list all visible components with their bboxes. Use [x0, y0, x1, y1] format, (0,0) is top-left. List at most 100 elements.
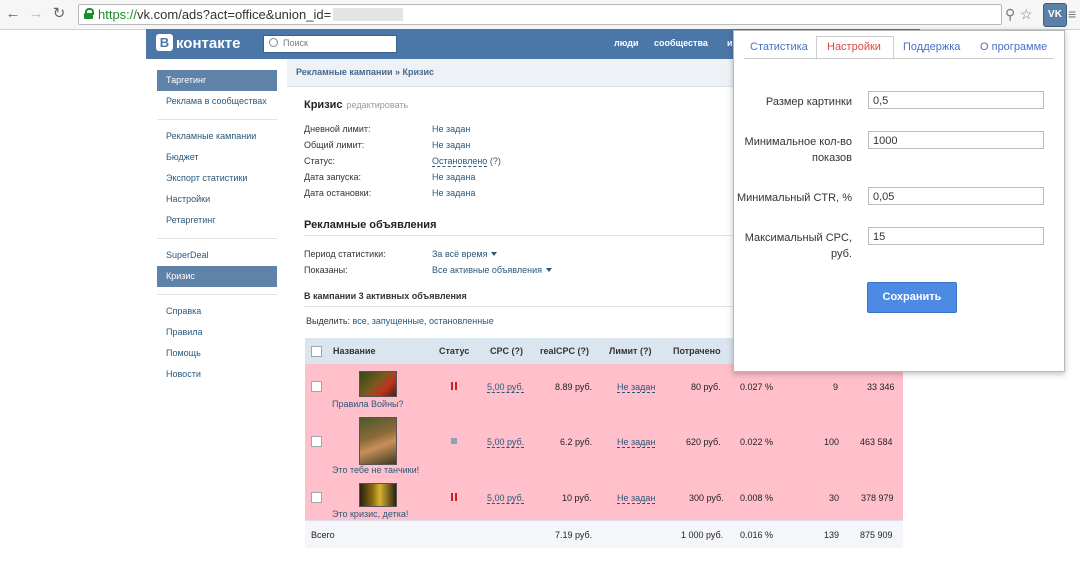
header-cpc[interactable]: CPC (?)	[490, 346, 523, 356]
nav-communities[interactable]: сообщества	[654, 38, 708, 48]
extension-popup: Статистика Настройки Поддержка О програм…	[733, 30, 1065, 372]
total-limit-value[interactable]: Не задан	[432, 140, 470, 150]
realcpc-value: 10 руб.	[562, 493, 592, 503]
sidebar-item-support[interactable]: Помощь	[157, 343, 277, 364]
start-date-value[interactable]: Не задана	[432, 172, 475, 182]
start-date-label: Дата запуска:	[304, 172, 361, 182]
tab-statistics[interactable]: Статистика	[750, 41, 808, 53]
ad-thumbnail[interactable]	[359, 371, 397, 397]
sidebar-item-settings[interactable]: Настройки	[157, 189, 277, 210]
save-button[interactable]: Сохранить	[867, 282, 957, 313]
sidebar-item-help[interactable]: Справка	[157, 301, 277, 322]
max-cpc-input[interactable]: 15	[868, 227, 1044, 245]
lock-icon	[84, 8, 94, 19]
row-checkbox[interactable]	[311, 436, 322, 447]
ad-name[interactable]: Это тебе не танчики!	[332, 465, 419, 475]
daily-limit-value[interactable]: Не задан	[432, 124, 470, 134]
cpc-value[interactable]: 5,00 руб.	[487, 382, 525, 393]
header-limit[interactable]: Лимит (?)	[609, 346, 651, 356]
sidebar-item-retargeting[interactable]: Ретаргетинг	[157, 210, 277, 231]
back-icon[interactable]: ←	[4, 5, 22, 23]
min-views-input[interactable]: 1000	[868, 131, 1044, 149]
select-filter[interactable]: Выделить: все, запущенные, остановленные	[306, 316, 494, 326]
ad-name[interactable]: Правила Войны?	[332, 399, 404, 409]
divider	[157, 294, 277, 295]
edit-link[interactable]: редактировать	[347, 100, 409, 110]
sidebar-item-crisis[interactable]: Кризис	[157, 266, 277, 287]
url-text: https://vk.com/ads?act=office&union_id=	[98, 7, 404, 22]
spent-value: 300 руб.	[689, 493, 724, 503]
divider	[157, 238, 277, 239]
menu-icon[interactable]: ≡	[1068, 5, 1076, 23]
realcpc-value: 8.89 руб.	[555, 382, 593, 392]
min-ctr-input[interactable]: 0,05	[868, 187, 1044, 205]
cpc-value[interactable]: 5,00 руб.	[487, 437, 525, 448]
status-help[interactable]: (?)	[490, 156, 501, 166]
sidebar-item-budget[interactable]: Бюджет	[157, 147, 277, 168]
header-realcpc[interactable]: realCPC (?)	[540, 346, 589, 356]
ads-sidebar: Таргетинг Реклама в сообществах Рекламны…	[157, 70, 277, 385]
views-value: 463 584	[860, 437, 893, 447]
total-label: Всего	[311, 530, 335, 540]
status-value[interactable]: Остановлено (?)	[432, 156, 501, 167]
min-views-label: Минимальное кол-во показов	[744, 136, 852, 164]
total-limit-label: Общий лимит:	[304, 140, 365, 150]
limit-value[interactable]: Не задан	[617, 437, 656, 448]
pause-icon[interactable]	[451, 382, 458, 390]
table-footer: Всего 7.19 руб. 1 000 руб. 0.016 % 139 8…	[305, 520, 903, 548]
reload-icon[interactable]: ↻	[50, 5, 68, 23]
ad-thumbnail[interactable]	[359, 483, 397, 507]
sidebar-item-news[interactable]: Новости	[157, 364, 277, 385]
key-icon[interactable]: ⚲	[1005, 5, 1015, 23]
clicks-value: 100	[824, 437, 840, 447]
views-value: 33 346	[867, 382, 895, 392]
sidebar-item-targeting[interactable]: Таргетинг	[157, 70, 277, 91]
bookmark-star-icon[interactable]: ☆	[1020, 5, 1033, 23]
address-bar[interactable]: https://vk.com/ads?act=office&union_id=	[78, 4, 1002, 25]
ad-name[interactable]: Это кризис, детка!	[332, 509, 408, 519]
header-spent[interactable]: Потрачено	[673, 346, 721, 356]
vk-extension-icon[interactable]: VK	[1043, 3, 1067, 27]
limit-value[interactable]: Не задан	[617, 382, 656, 393]
tabs-divider	[744, 58, 1054, 59]
forward-icon[interactable]: →	[27, 5, 45, 23]
total-ctr: 0.016 %	[740, 530, 774, 540]
clicks-value: 30	[829, 493, 840, 503]
cpc-value[interactable]: 5,00 руб.	[487, 493, 525, 504]
breadcrumb-bar: Рекламные кампании » Кризис	[287, 59, 733, 87]
tab-support[interactable]: Поддержка	[903, 41, 960, 53]
stop-icon[interactable]	[451, 438, 457, 444]
spent-value: 80 руб.	[691, 382, 721, 392]
breadcrumb[interactable]: Рекламные кампании » Кризис	[296, 67, 434, 77]
sidebar-item-export[interactable]: Экспорт статистики	[157, 168, 277, 189]
min-ctr-label: Минимальный CTR, %	[736, 192, 852, 204]
image-size-input[interactable]: 0,5	[868, 91, 1044, 109]
tab-settings[interactable]: Настройки	[827, 41, 881, 53]
max-cpc-label: Максимальный CPC, руб.	[744, 232, 852, 260]
sidebar-item-campaigns[interactable]: Рекламные кампании	[157, 126, 277, 147]
stop-date-value[interactable]: Не задана	[432, 188, 475, 198]
tab-about[interactable]: О программе	[980, 41, 1047, 53]
limit-value[interactable]: Не задан	[617, 493, 656, 504]
total-realcpc: 7.19 руб.	[555, 530, 593, 540]
vk-logo[interactable]: Вконтакте	[156, 34, 240, 52]
shown-dropdown[interactable]: Все активные объявления	[432, 265, 552, 275]
sidebar-item-superdeal[interactable]: SuperDeal	[157, 245, 277, 266]
nav-people[interactable]: люди	[614, 38, 639, 48]
shown-label: Показаны:	[304, 265, 348, 275]
total-spent: 1 000 руб.	[681, 530, 724, 540]
row-checkbox[interactable]	[311, 381, 322, 392]
sidebar-item-rules[interactable]: Правила	[157, 322, 277, 343]
nav-more[interactable]: и	[727, 38, 733, 48]
pause-icon[interactable]	[451, 493, 458, 501]
ad-thumbnail[interactable]	[359, 417, 397, 465]
header-name[interactable]: Название	[333, 346, 375, 356]
period-label: Период статистики:	[304, 249, 386, 259]
search-input[interactable]: Поиск	[263, 35, 397, 53]
row-checkbox[interactable]	[311, 492, 322, 503]
ctr-value: 0.022 %	[740, 437, 774, 447]
select-all-checkbox[interactable]	[311, 346, 322, 357]
period-dropdown[interactable]: За всё время	[432, 249, 498, 259]
sidebar-item-community-ads[interactable]: Реклама в сообществах	[157, 91, 277, 112]
header-status[interactable]: Статус	[439, 346, 469, 356]
